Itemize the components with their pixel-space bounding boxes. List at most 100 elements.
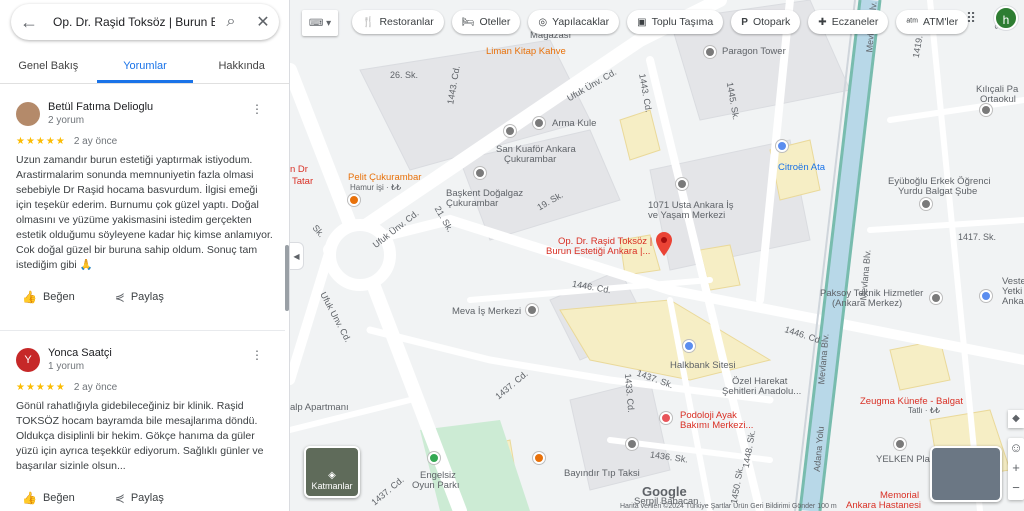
poi-liman-kitap[interactable]: Liman Kitap Kahve — [486, 46, 566, 57]
layers-icon: ◈ — [328, 470, 336, 481]
review-date: 2 ay önce — [73, 136, 118, 147]
more-options-icon[interactable]: ⋮ — [251, 348, 263, 362]
avatar[interactable] — [16, 102, 40, 126]
pharmacy-icon: ✚ — [818, 16, 827, 28]
chip-restaurants[interactable]: 🍴 Restoranlar — [352, 10, 444, 34]
explore-icon[interactable]: ◆ — [1008, 410, 1024, 428]
share-label: Paylaş — [130, 291, 164, 303]
reviewer-name[interactable]: Betül Fatıma Delioglu — [48, 100, 153, 114]
clinic-pin-icon[interactable] — [660, 412, 672, 424]
poi-podoloji-sub: Bakımı Merkezi... — [680, 420, 754, 431]
chip-transit[interactable]: ▣ Toplu Taşıma — [627, 10, 724, 34]
avatar[interactable]: Y — [16, 348, 40, 372]
map-canvas[interactable]: Liman Kitap Kahve Mağazası Paragon Tower… — [290, 0, 1024, 511]
park-pin-icon[interactable] — [428, 452, 440, 464]
search-icon[interactable]: ⌕ — [215, 13, 247, 31]
shop-pin-icon[interactable] — [504, 125, 516, 137]
poi-eyuboglu-sub: Yurdu Balgat Şube — [898, 186, 978, 197]
chip-label: Eczaneler — [831, 16, 879, 28]
poi-clinic-name-sub[interactable]: Burun Estetiği Ankara |... — [546, 246, 650, 257]
tab-overview[interactable]: Genel Bakış — [0, 50, 97, 83]
poi-san-kuafor-sub: Çukurambar — [504, 154, 557, 165]
reviewer-review-count: 1 yorum — [48, 361, 85, 372]
more-options-icon[interactable]: ⋮ — [251, 102, 263, 116]
layers-button[interactable]: ◈ Katmanlar — [304, 446, 360, 498]
building-pin-icon[interactable] — [526, 304, 538, 316]
building-pin-icon[interactable] — [626, 438, 638, 450]
like-button[interactable]: 👍 Beğen — [16, 486, 81, 510]
poi-apartman[interactable]: alp Apartmanı — [290, 402, 349, 413]
poi-halkbank[interactable]: Halkbank Sitesi — [670, 360, 735, 371]
apps-grid-icon[interactable]: ⠿ — [962, 10, 980, 28]
chip-label: Yapılacaklar — [552, 16, 610, 28]
poi-citroen[interactable]: Citroën Ata — [778, 162, 825, 173]
map-footer: Harita verileri ©2024 Türkiye Şartlar Ür… — [620, 503, 837, 510]
building-pin-icon[interactable] — [894, 438, 906, 450]
rating-stars: ★★★★★ — [16, 136, 66, 147]
building-pin-icon[interactable] — [533, 117, 545, 129]
zoom-controls: ☺ + − — [1008, 438, 1024, 500]
location-pin-icon[interactable] — [656, 232, 672, 256]
poi-memorial-sub: Ankara Hastanesi — [846, 500, 921, 511]
share-icon: ⋞ — [114, 491, 125, 505]
review-date: 2 ay önce — [73, 382, 118, 393]
bus-icon: ▣ — [637, 16, 647, 28]
poi-1071-usta-sub: ve Yaşam Merkezi — [648, 210, 726, 221]
school-pin-icon[interactable] — [980, 104, 992, 116]
tab-bar: Genel Bakış Yorumlar Hakkında — [0, 50, 289, 84]
street-view-thumbnail[interactable] — [930, 446, 1002, 502]
road-1417-sk: 1417. Sk. — [958, 232, 997, 242]
rating-stars: ★★★★★ — [16, 382, 66, 393]
poi-paragon-tower[interactable]: Paragon Tower — [722, 46, 786, 57]
building-pin-icon[interactable] — [704, 46, 716, 58]
reviewer-name[interactable]: Yonca Saatçi — [48, 346, 112, 360]
poi-tatar-2[interactable]: Tatar — [292, 176, 313, 187]
review-card: Y Yonca Saatçi 1 yorum ⋮ ★★★★★ 2 ay önce… — [0, 346, 285, 510]
atm-pin-icon[interactable] — [980, 290, 992, 302]
poi-bayindir[interactable]: Bayındır Tıp Taksi — [564, 468, 640, 479]
zoom-out-button[interactable]: − — [1008, 478, 1024, 498]
keyboard-toggle-icon[interactable]: ⌨ ▾ — [302, 10, 338, 36]
share-button[interactable]: ⋞ Paylaş — [109, 486, 170, 510]
tab-reviews[interactable]: Yorumlar — [96, 50, 194, 83]
restaurant-icon: 🍴 — [362, 16, 375, 28]
building-pin-icon[interactable] — [474, 167, 486, 179]
chip-label: ATM'ler — [923, 16, 959, 28]
poi-pelit[interactable]: Pelit Çukurambar — [348, 172, 421, 183]
chip-things-to-do[interactable]: ◎ Yapılacaklar — [528, 10, 620, 34]
chip-parking[interactable]: P Otopark — [731, 10, 801, 34]
poi-tatar-1[interactable]: n Dr — [290, 164, 308, 175]
parking-icon: P — [741, 16, 748, 28]
car-dealer-pin-icon[interactable] — [776, 140, 788, 152]
scrollbar[interactable] — [285, 245, 289, 311]
restaurant-pin-icon[interactable] — [348, 194, 360, 206]
search-input[interactable]: Op. Dr. Raşid Toksöz | Burun Es — [47, 15, 215, 29]
zoom-in-button[interactable]: + — [1008, 458, 1024, 478]
collapse-panel-button[interactable]: ◀ — [290, 242, 304, 270]
side-panel: ← Op. Dr. Raşid Toksöz | Burun Es ⌕ ✕ Ge… — [0, 0, 290, 511]
profile-avatar[interactable]: h — [994, 6, 1018, 30]
pegman-icon[interactable]: ☺ — [1008, 438, 1024, 458]
review-text: Gönül rahatlığıyla gidebileceğiniz bir k… — [16, 400, 264, 472]
like-button[interactable]: 👍 Beğen — [16, 285, 81, 309]
bank-pin-icon[interactable] — [683, 340, 695, 352]
chip-pharmacies[interactable]: ✚ Eczaneler — [808, 10, 889, 34]
building-pin-icon[interactable] — [676, 178, 688, 190]
tab-about[interactable]: Hakkında — [193, 50, 289, 83]
back-arrow-icon[interactable]: ← — [11, 12, 47, 33]
atm-icon: ᵃᵗᵐ — [906, 16, 919, 28]
building-pin-icon[interactable] — [930, 292, 942, 304]
poi-arma-kule[interactable]: Arma Kule — [552, 118, 596, 129]
share-icon: ⋞ — [114, 290, 125, 304]
category-chips: 🍴 Restoranlar 🛏 Oteller ◎ Yapılacaklar ▣ Top… — [352, 10, 976, 34]
reviewer-review-count: 2 yorum — [48, 115, 85, 126]
dorm-pin-icon[interactable] — [920, 198, 932, 210]
chip-hotels[interactable]: 🛏 Oteller — [451, 10, 521, 34]
share-button[interactable]: ⋞ Paylaş — [109, 285, 170, 309]
restaurant-pin-icon[interactable] — [533, 452, 545, 464]
poi-meva[interactable]: Meva İş Merkezi — [452, 306, 521, 317]
search-box[interactable]: ← Op. Dr. Raşid Toksöz | Burun Es ⌕ ✕ — [11, 4, 279, 40]
chip-atms[interactable]: ᵃᵗᵐ ATM'ler — [896, 10, 969, 34]
close-icon[interactable]: ✕ — [247, 12, 279, 32]
like-label: Beğen — [42, 492, 75, 504]
